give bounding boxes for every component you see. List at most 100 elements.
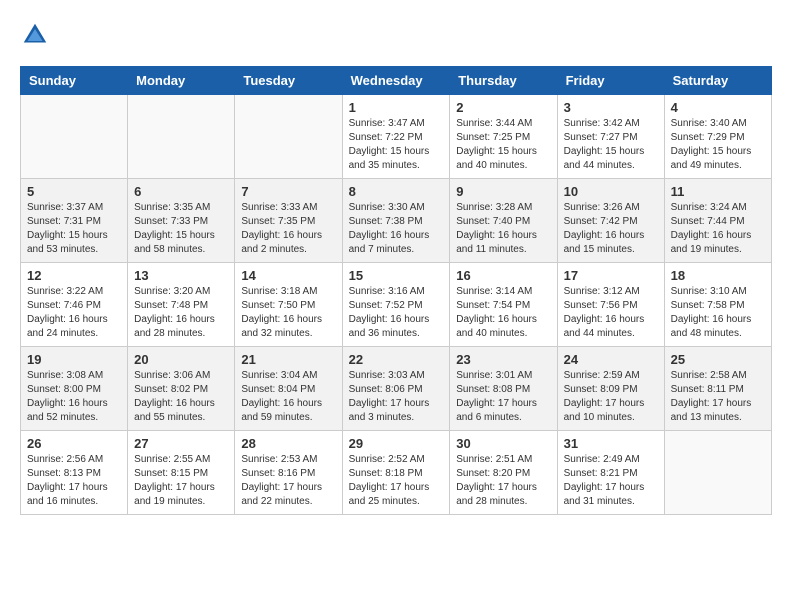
calendar-day-cell: 4 Sunrise: 3:40 AM Sunset: 7:29 PM Daylig… xyxy=(664,95,771,179)
day-number: 26 xyxy=(27,436,121,451)
day-info: Sunrise: 3:42 AM Sunset: 7:27 PM Dayligh… xyxy=(564,117,658,173)
day-number: 6 xyxy=(134,184,228,199)
day-number: 29 xyxy=(349,436,444,451)
day-info: Sunrise: 3:22 AM Sunset: 7:46 PM Dayligh… xyxy=(27,285,121,341)
calendar-day-cell: 10 Sunrise: 3:26 AM Sunset: 7:42 PM Dayli… xyxy=(557,179,664,263)
day-number: 28 xyxy=(241,436,335,451)
day-header-friday: Friday xyxy=(557,67,664,95)
day-info: Sunrise: 3:03 AM Sunset: 8:06 PM Dayligh… xyxy=(349,369,444,425)
day-info: Sunrise: 3:12 AM Sunset: 7:56 PM Dayligh… xyxy=(564,285,658,341)
day-number: 18 xyxy=(671,268,765,283)
day-number: 16 xyxy=(456,268,550,283)
day-number: 23 xyxy=(456,352,550,367)
calendar-day-cell: 15 Sunrise: 3:16 AM Sunset: 7:52 PM Dayli… xyxy=(342,263,450,347)
day-info: Sunrise: 3:26 AM Sunset: 7:42 PM Dayligh… xyxy=(564,201,658,257)
logo xyxy=(20,20,54,50)
calendar-day-cell: 12 Sunrise: 3:22 AM Sunset: 7:46 PM Dayli… xyxy=(21,263,128,347)
calendar-day-cell: 9 Sunrise: 3:28 AM Sunset: 7:40 PM Daylig… xyxy=(450,179,557,263)
calendar-day-cell: 5Sunrise: 3:37 AM Sunset: 7:31 PM Daylig… xyxy=(21,179,128,263)
calendar-day-cell xyxy=(128,95,235,179)
day-number: 11 xyxy=(671,184,765,199)
calendar-week-row: 12 Sunrise: 3:22 AM Sunset: 7:46 PM Dayli… xyxy=(21,263,772,347)
calendar-day-cell: 29 Sunrise: 2:52 AM Sunset: 8:18 PM Dayli… xyxy=(342,431,450,515)
day-info: Sunrise: 2:59 AM Sunset: 8:09 PM Dayligh… xyxy=(564,369,658,425)
day-info: Sunrise: 2:51 AM Sunset: 8:20 PM Dayligh… xyxy=(456,453,550,509)
calendar-day-cell: 11 Sunrise: 3:24 AM Sunset: 7:44 PM Dayli… xyxy=(664,179,771,263)
day-number: 5 xyxy=(27,184,121,199)
day-number: 8 xyxy=(349,184,444,199)
day-number: 15 xyxy=(349,268,444,283)
day-number: 19 xyxy=(27,352,121,367)
day-header-tuesday: Tuesday xyxy=(235,67,342,95)
day-info: Sunrise: 3:35 AM Sunset: 7:33 PM Dayligh… xyxy=(134,201,228,257)
day-info: Sunrise: 3:04 AM Sunset: 8:04 PM Dayligh… xyxy=(241,369,335,425)
day-info: Sunrise: 3:24 AM Sunset: 7:44 PM Dayligh… xyxy=(671,201,765,257)
calendar-day-cell xyxy=(21,95,128,179)
calendar-day-cell: 16 Sunrise: 3:14 AM Sunset: 7:54 PM Dayli… xyxy=(450,263,557,347)
day-info: Sunrise: 3:28 AM Sunset: 7:40 PM Dayligh… xyxy=(456,201,550,257)
calendar-day-cell: 7 Sunrise: 3:33 AM Sunset: 7:35 PM Daylig… xyxy=(235,179,342,263)
day-info: Sunrise: 3:30 AM Sunset: 7:38 PM Dayligh… xyxy=(349,201,444,257)
day-number: 22 xyxy=(349,352,444,367)
calendar-day-cell: 27 Sunrise: 2:55 AM Sunset: 8:15 PM Dayli… xyxy=(128,431,235,515)
day-info: Sunrise: 3:33 AM Sunset: 7:35 PM Dayligh… xyxy=(241,201,335,257)
day-number: 3 xyxy=(564,100,658,115)
day-number: 10 xyxy=(564,184,658,199)
calendar-day-cell: 28 Sunrise: 2:53 AM Sunset: 8:16 PM Dayli… xyxy=(235,431,342,515)
day-info: Sunrise: 2:52 AM Sunset: 8:18 PM Dayligh… xyxy=(349,453,444,509)
day-info: Sunrise: 3:06 AM Sunset: 8:02 PM Dayligh… xyxy=(134,369,228,425)
day-info: Sunrise: 3:18 AM Sunset: 7:50 PM Dayligh… xyxy=(241,285,335,341)
day-number: 25 xyxy=(671,352,765,367)
day-number: 31 xyxy=(564,436,658,451)
calendar-day-cell: 1 Sunrise: 3:47 AM Sunset: 7:22 PM Daylig… xyxy=(342,95,450,179)
day-header-saturday: Saturday xyxy=(664,67,771,95)
day-info: Sunrise: 2:53 AM Sunset: 8:16 PM Dayligh… xyxy=(241,453,335,509)
day-header-wednesday: Wednesday xyxy=(342,67,450,95)
day-number: 12 xyxy=(27,268,121,283)
calendar-table: SundayMondayTuesdayWednesdayThursdayFrid… xyxy=(20,66,772,515)
calendar-day-cell: 19Sunrise: 3:08 AM Sunset: 8:00 PM Dayli… xyxy=(21,347,128,431)
day-number: 30 xyxy=(456,436,550,451)
day-number: 21 xyxy=(241,352,335,367)
day-info: Sunrise: 2:55 AM Sunset: 8:15 PM Dayligh… xyxy=(134,453,228,509)
day-number: 7 xyxy=(241,184,335,199)
calendar-week-row: 5Sunrise: 3:37 AM Sunset: 7:31 PM Daylig… xyxy=(21,179,772,263)
calendar-day-cell: 31 Sunrise: 2:49 AM Sunset: 8:21 PM Dayli… xyxy=(557,431,664,515)
calendar-day-cell: 14 Sunrise: 3:18 AM Sunset: 7:50 PM Dayli… xyxy=(235,263,342,347)
day-number: 1 xyxy=(349,100,444,115)
calendar-day-cell: 24 Sunrise: 2:59 AM Sunset: 8:09 PM Dayli… xyxy=(557,347,664,431)
calendar-day-cell: 20Sunrise: 3:06 AM Sunset: 8:02 PM Dayli… xyxy=(128,347,235,431)
day-info: Sunrise: 3:01 AM Sunset: 8:08 PM Dayligh… xyxy=(456,369,550,425)
day-header-sunday: Sunday xyxy=(21,67,128,95)
calendar-day-cell: 17 Sunrise: 3:12 AM Sunset: 7:56 PM Dayli… xyxy=(557,263,664,347)
calendar-day-cell xyxy=(235,95,342,179)
calendar-day-cell xyxy=(664,431,771,515)
day-info: Sunrise: 3:47 AM Sunset: 7:22 PM Dayligh… xyxy=(349,117,444,173)
calendar-day-cell: 13Sunrise: 3:20 AM Sunset: 7:48 PM Dayli… xyxy=(128,263,235,347)
logo-icon xyxy=(20,20,50,50)
day-number: 27 xyxy=(134,436,228,451)
calendar-header-row: SundayMondayTuesdayWednesdayThursdayFrid… xyxy=(21,67,772,95)
calendar-day-cell: 23 Sunrise: 3:01 AM Sunset: 8:08 PM Dayli… xyxy=(450,347,557,431)
day-info: Sunrise: 2:49 AM Sunset: 8:21 PM Dayligh… xyxy=(564,453,658,509)
day-number: 9 xyxy=(456,184,550,199)
calendar-day-cell: 25 Sunrise: 2:58 AM Sunset: 8:11 PM Dayli… xyxy=(664,347,771,431)
calendar-day-cell: 8 Sunrise: 3:30 AM Sunset: 7:38 PM Daylig… xyxy=(342,179,450,263)
day-info: Sunrise: 2:58 AM Sunset: 8:11 PM Dayligh… xyxy=(671,369,765,425)
day-info: Sunrise: 3:10 AM Sunset: 7:58 PM Dayligh… xyxy=(671,285,765,341)
day-info: Sunrise: 2:56 AM Sunset: 8:13 PM Dayligh… xyxy=(27,453,121,509)
calendar-week-row: 26 Sunrise: 2:56 AM Sunset: 8:13 PM Dayli… xyxy=(21,431,772,515)
day-number: 24 xyxy=(564,352,658,367)
day-number: 17 xyxy=(564,268,658,283)
day-info: Sunrise: 3:40 AM Sunset: 7:29 PM Dayligh… xyxy=(671,117,765,173)
day-number: 4 xyxy=(671,100,765,115)
day-header-thursday: Thursday xyxy=(450,67,557,95)
calendar-day-cell: 21 Sunrise: 3:04 AM Sunset: 8:04 PM Dayli… xyxy=(235,347,342,431)
calendar-week-row: 1 Sunrise: 3:47 AM Sunset: 7:22 PM Daylig… xyxy=(21,95,772,179)
calendar-day-cell: 26 Sunrise: 2:56 AM Sunset: 8:13 PM Dayli… xyxy=(21,431,128,515)
page-header xyxy=(20,20,772,50)
calendar-day-cell: 6 Sunrise: 3:35 AM Sunset: 7:33 PM Daylig… xyxy=(128,179,235,263)
day-number: 14 xyxy=(241,268,335,283)
day-info: Sunrise: 3:14 AM Sunset: 7:54 PM Dayligh… xyxy=(456,285,550,341)
day-info: Sunrise: 3:16 AM Sunset: 7:52 PM Dayligh… xyxy=(349,285,444,341)
